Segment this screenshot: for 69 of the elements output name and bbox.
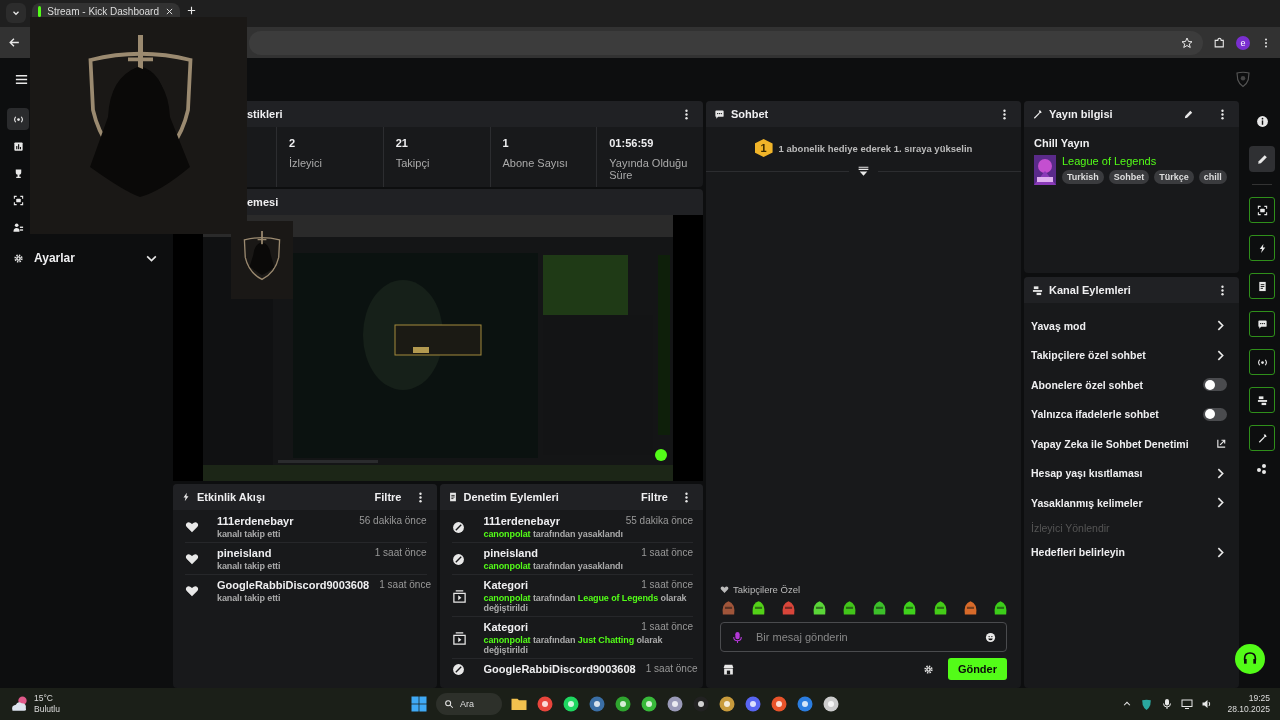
section-label: İzleyici Yönlendir [1031,521,1110,534]
action-text: canonpolat tarafından yasaklandı [483,561,624,571]
stat-value: 01:56:59 [609,137,655,149]
action-title: 111erdenebayr [483,515,561,527]
panel-title: Yayın bilgisi [1049,108,1114,120]
username[interactable]: GoogleRabbiDiscord9003608 [217,579,370,591]
tag[interactable]: Turkish [1062,170,1104,184]
panel-title: stikleri [246,108,284,120]
timestamp: 56 dakika önce [359,515,427,527]
emote-section-label: Takipçilere Özel [733,584,801,595]
rank-badge: 1 [754,139,773,157]
filter-button[interactable]: Filtre [635,491,674,503]
timestamp: 1 saat önce [645,663,698,675]
action-label[interactable]: Takipçilere özel sohbet [1031,349,1146,362]
timestamp: 1 saat önce [374,547,427,559]
action-label[interactable]: Hedefleri belirleyin [1031,546,1125,559]
action-title: Kategori [483,579,530,591]
timestamp: 1 saat önce [641,547,693,559]
clock-time: 19:25 [1248,693,1270,704]
filter-button[interactable]: Filtre [368,491,408,503]
action-text: canonpolat tarafından yasaklandı [483,529,624,539]
action-title: GoogleRabbiDiscord9003608 [483,663,636,675]
action-text: canonpolat tarafından League of Legends olarak değiştirildi [483,593,688,613]
panel-title: Sohbet [731,108,770,120]
event-text: kanalı takip etti [217,593,282,603]
panel-title: Etkinlik Akışı [197,491,267,503]
stat-label: Abone Sayısı [502,157,569,169]
panel-title: Denetim Eylemleri [463,491,560,503]
timestamp: 1 saat önce [379,579,431,591]
stat-value: 2 [289,137,297,149]
action-title: pineisland [483,547,539,559]
stat-label: İzleyici [289,157,323,169]
action-text: canonpolat tarafından Just Chatting olarak değiştirildi [483,635,664,655]
action-label[interactable]: Hesap yaşı kısıtlaması [1031,467,1143,480]
stat-value: 1 [502,137,510,149]
send-button[interactable]: Gönder [947,658,1007,680]
stat-label: Yayında Olduğu Süre [609,157,689,181]
event-text: kanalı takip etti [217,561,282,571]
message-input[interactable]: Bir mesaj gönderin [754,630,975,644]
stream-title: Chill Yayın [1034,137,1091,149]
category-link[interactable]: League of Legends [1062,155,1157,167]
tag[interactable]: chill [1198,170,1227,184]
action-label[interactable]: Yapay Zeka ile Sohbet Denetimi [1031,437,1189,450]
stat-label: Takipçi [395,157,431,169]
clock-date: 28.10.2025 [1227,704,1270,715]
timestamp: 1 saat önce [641,579,693,591]
panel-title: Kanal Eylemleri [1049,284,1132,296]
action-label[interactable]: Yasaklanmış kelimeler [1031,496,1143,509]
weather-condition: Bulutlu [34,704,60,715]
tab-title: Stream - Kick Dashboard [47,5,159,17]
timestamp: 55 dakika önce [625,515,693,527]
tag[interactable]: Türkçe [1154,170,1194,184]
username[interactable]: pineisland [217,547,365,559]
timestamp: 1 saat önce [641,621,693,633]
chat-input[interactable]: Bir mesaj gönderin [720,622,1007,652]
tag[interactable]: Sohbet [1108,170,1150,184]
action-title: Kategori [483,621,530,633]
action-label: Abonelere özel sohbet [1031,378,1144,391]
action-label: Yalnızca ifadelerle sohbet [1031,408,1159,421]
temperature: 15°C [34,693,54,704]
username[interactable]: 111erdenebayr [217,515,350,527]
settings-menu[interactable]: Ayarlar [34,251,135,265]
profile-avatar[interactable]: e [1236,35,1250,50]
gift-prompt: 1 abonelik hediye ederek 1. sıraya yükselin [778,142,973,154]
panel-title: emesi [247,196,280,208]
action-label[interactable]: Yavaş mod [1031,319,1086,332]
stat-value: 21 [395,137,409,149]
taskbar-search[interactable]: Ara [436,693,502,715]
event-text: kanalı takip etti [217,529,282,539]
